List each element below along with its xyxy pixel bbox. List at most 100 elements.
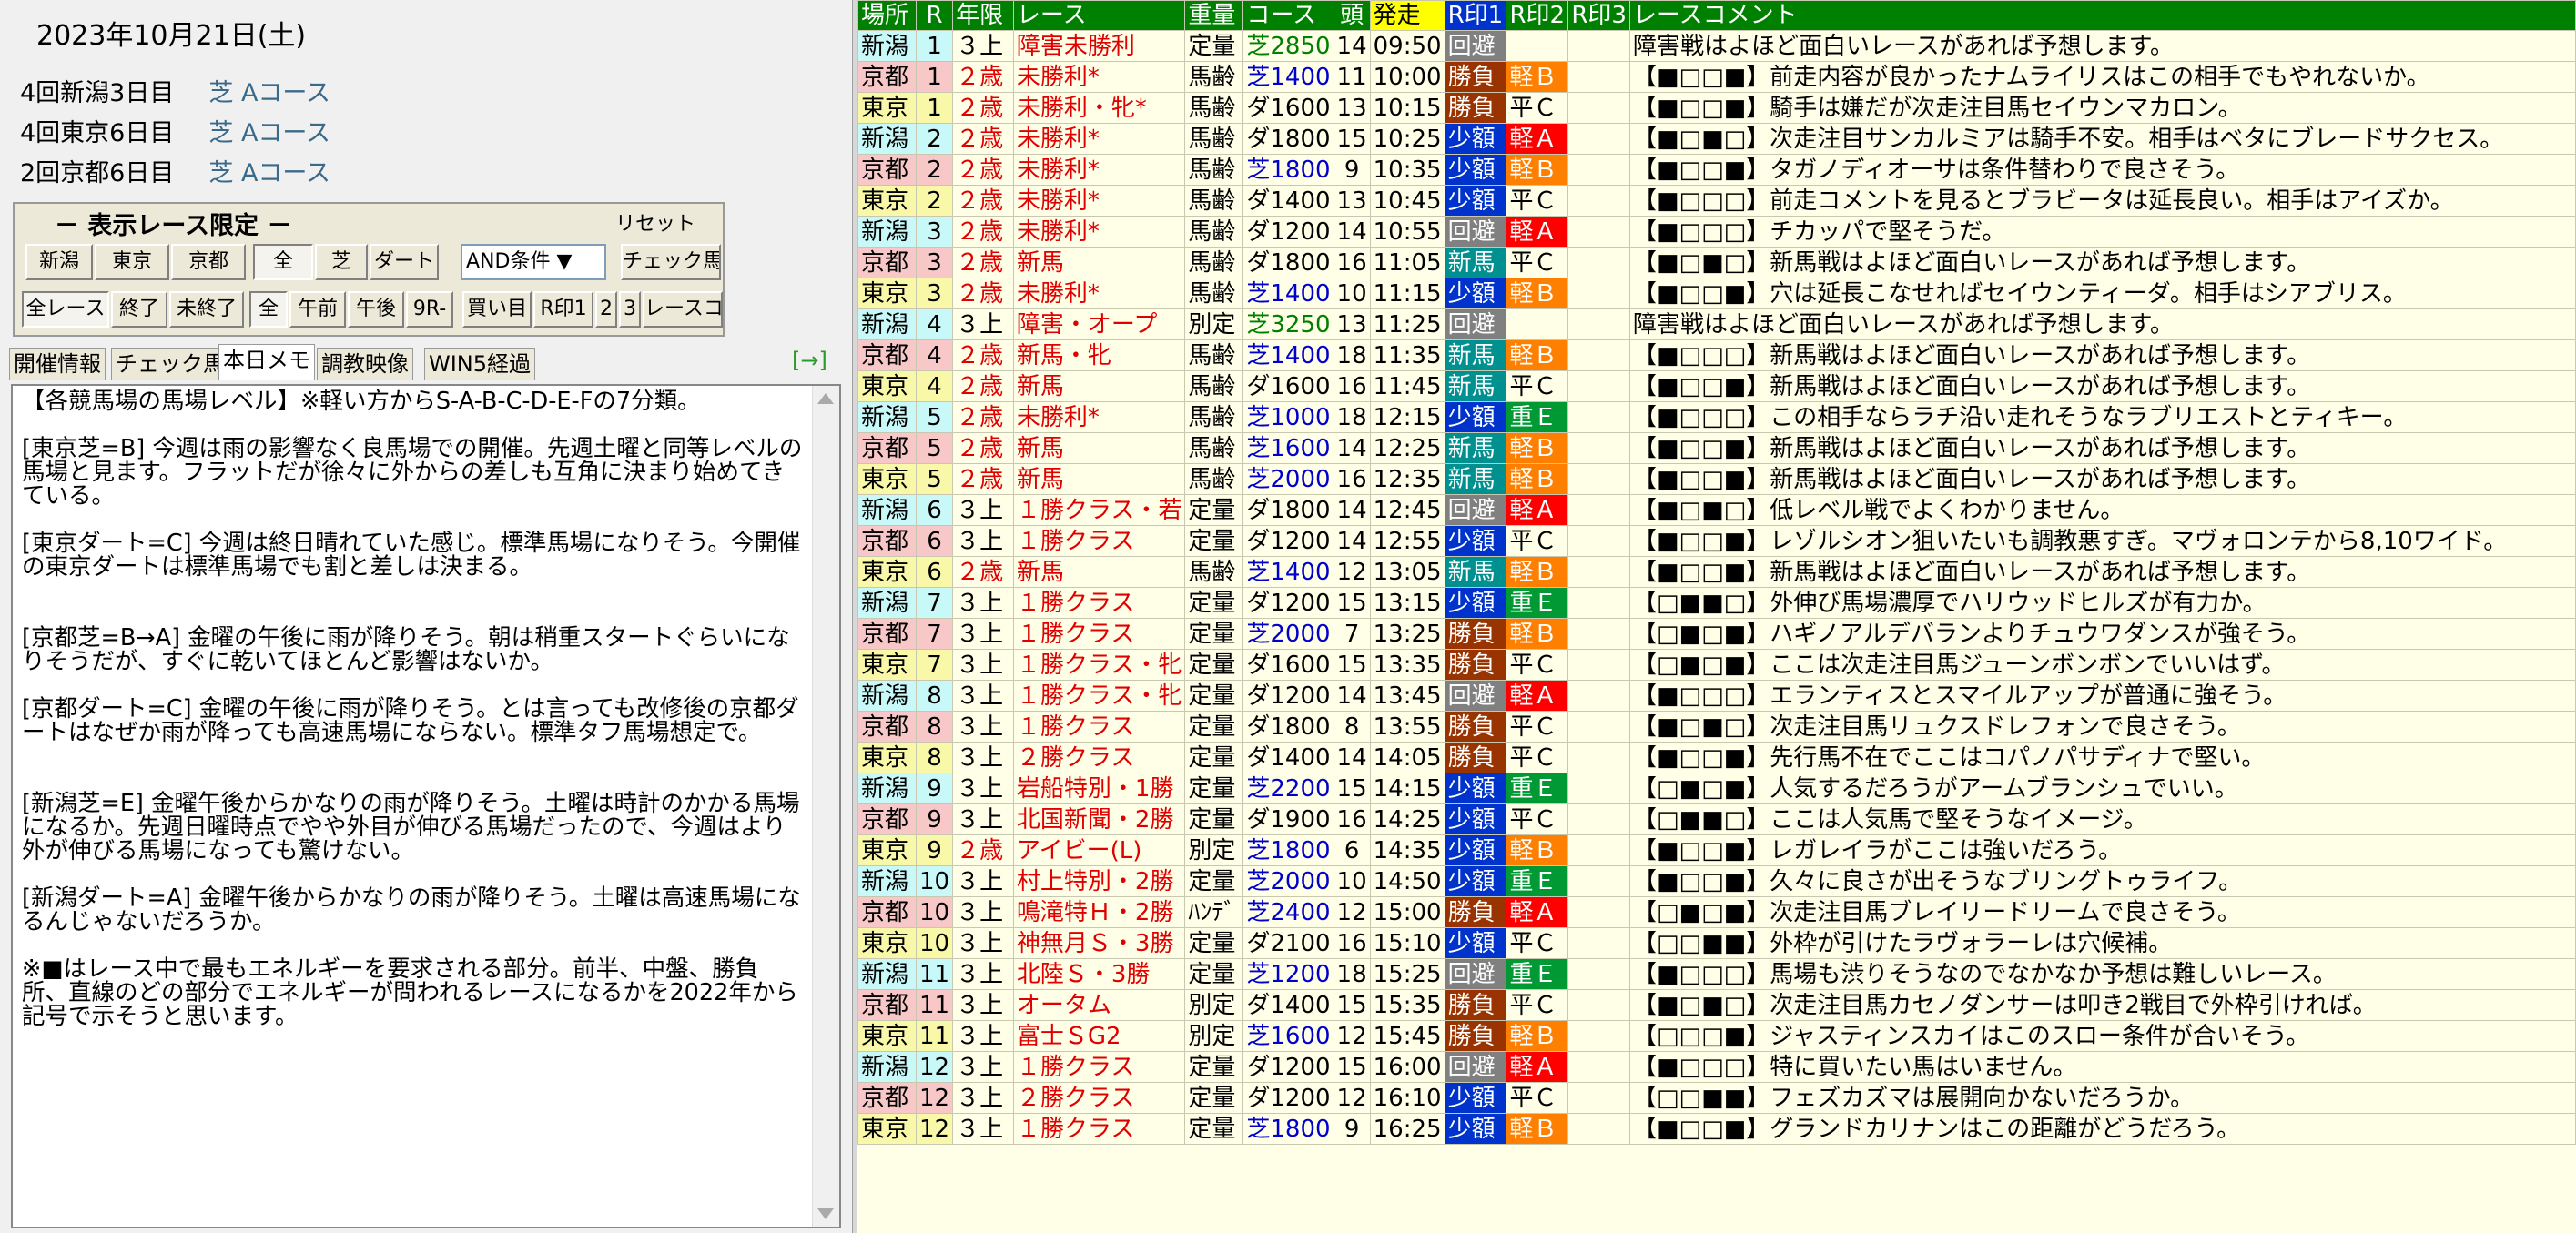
cell-mark3[interactable]: [1567, 989, 1630, 1021]
table-row[interactable]: 東京 3 ２歳 未勝利* 馬齢 芝1400 10 11:15 少額 軽Ｂ 【■□□■】穴は延長こなせ…: [857, 278, 2576, 309]
cell-r[interactable]: 4: [915, 339, 954, 371]
cell-mark3[interactable]: [1567, 370, 1630, 402]
cell-age[interactable]: ３上: [952, 680, 1014, 712]
cell-mark3[interactable]: [1567, 1082, 1630, 1114]
cell-course[interactable]: ダ1800: [1242, 123, 1334, 155]
tab-training-video[interactable]: 調教映像: [317, 348, 413, 380]
cell-mark1[interactable]: 新馬: [1444, 247, 1507, 278]
cell-start[interactable]: 12:35: [1369, 463, 1445, 495]
cell-start[interactable]: 13:05: [1369, 556, 1445, 588]
cell-r[interactable]: 2: [915, 123, 954, 155]
cell-mark1[interactable]: 新馬: [1444, 556, 1507, 588]
table-row[interactable]: 京都 7 ３上 １勝クラス 定量 芝2000 7 13:25 勝負 軽Ｂ 【□■□■】ハギノアルデバ…: [857, 618, 2576, 650]
cell-mark3[interactable]: [1567, 556, 1630, 588]
cell-race[interactable]: 新馬・牝: [1012, 339, 1186, 371]
cell-start[interactable]: 11:45: [1369, 370, 1445, 402]
cell-r[interactable]: 1: [915, 92, 954, 124]
cell-age[interactable]: ３上: [952, 711, 1014, 743]
cell-age[interactable]: ２歳: [952, 432, 1014, 464]
cell-course[interactable]: ダ1200: [1242, 587, 1334, 619]
cell-mark1[interactable]: 少額: [1444, 123, 1507, 155]
cell-course[interactable]: 芝2400: [1242, 896, 1334, 928]
table-row[interactable]: 東京 2 ２歳 未勝利* 馬齢 ダ1400 13 10:45 少額 平Ｃ 【■□□□】前走コメントを…: [857, 185, 2576, 217]
cell-race[interactable]: 新馬: [1012, 432, 1186, 464]
cell-race[interactable]: １勝クラス: [1012, 711, 1186, 743]
table-row[interactable]: 新潟 10 ３上 村上特別・2勝 定量 芝2000 10 14:50 少額 重Ｅ 【■□□■】久々に…: [857, 865, 2576, 897]
cell-runners[interactable]: 14: [1333, 432, 1371, 464]
cell-comment[interactable]: 【■□□■】新馬戦はよほど面白いレースがあれば予想します。: [1628, 463, 2576, 495]
filter-unfinished-button[interactable]: 未終了: [169, 291, 244, 328]
cell-mark2[interactable]: 軽Ａ: [1506, 123, 1569, 155]
cell-weight[interactable]: 馬齢: [1184, 370, 1244, 402]
cell-runners[interactable]: 13: [1333, 308, 1371, 340]
cell-start[interactable]: 12:55: [1369, 525, 1445, 557]
cell-start[interactable]: 13:55: [1369, 711, 1445, 743]
cell-runners[interactable]: 18: [1333, 958, 1371, 990]
cell-age[interactable]: ２歳: [952, 834, 1014, 866]
cell-course[interactable]: 芝2200: [1242, 773, 1334, 804]
cell-r[interactable]: 11: [915, 1020, 954, 1052]
cell-course[interactable]: 芝2850: [1242, 30, 1334, 62]
cell-race[interactable]: １勝クラス: [1012, 618, 1186, 650]
cell-mark1[interactable]: 少額: [1444, 587, 1507, 619]
cell-mark2[interactable]: 軽Ｂ: [1506, 834, 1569, 866]
table-row[interactable]: 新潟 11 ３上 北陸Ｓ・3勝 定量 芝1200 18 15:25 回避 重Ｅ 【■□□□】馬場も渋…: [857, 958, 2576, 990]
cell-course[interactable]: 芝2000: [1242, 618, 1334, 650]
cell-r[interactable]: 4: [915, 308, 954, 340]
filter-mark1-button[interactable]: R印1: [533, 291, 593, 328]
table-row[interactable]: 京都 5 ２歳 新馬 馬齢 芝1600 14 12:25 新馬 軽Ｂ 【■□□■】新馬戦はよほど面白…: [857, 432, 2576, 464]
cell-r[interactable]: 5: [915, 463, 954, 495]
cell-age[interactable]: ３上: [952, 742, 1014, 773]
reset-button[interactable]: リセット: [615, 207, 695, 237]
cell-course[interactable]: 芝1400: [1242, 556, 1334, 588]
cell-mark2[interactable]: 平Ｃ: [1506, 1082, 1569, 1114]
cell-mark3[interactable]: [1567, 618, 1630, 650]
cell-mark1[interactable]: 少額: [1444, 773, 1507, 804]
cell-mark1[interactable]: 勝負: [1444, 618, 1507, 650]
cell-mark3[interactable]: [1567, 61, 1630, 93]
cell-runners[interactable]: 13: [1333, 92, 1371, 124]
cell-runners[interactable]: 9: [1333, 154, 1371, 186]
cell-weight[interactable]: 定量: [1184, 773, 1244, 804]
table-row[interactable]: 東京 11 ３上 富士ＳG2 別定 芝1600 12 15:45 勝負 軽Ｂ 【□□□■】ジャスティ…: [857, 1020, 2576, 1052]
cell-r[interactable]: 1: [915, 30, 954, 62]
cell-start[interactable]: 13:35: [1369, 649, 1445, 681]
cell-course[interactable]: 芝1400: [1242, 339, 1334, 371]
cell-age[interactable]: ３上: [952, 803, 1014, 835]
cell-course[interactable]: ダ1200: [1242, 1082, 1334, 1114]
cell-course[interactable]: ダ1200: [1242, 216, 1334, 248]
cell-mark1[interactable]: 新馬: [1444, 432, 1507, 464]
cell-comment[interactable]: 【■□□■】騎手は嫌だが次走注目馬セイウンマカロン。: [1628, 92, 2576, 124]
cell-weight[interactable]: 定量: [1184, 1113, 1244, 1145]
cell-weight[interactable]: 馬齢: [1184, 463, 1244, 495]
cell-start[interactable]: 14:15: [1369, 773, 1445, 804]
cell-weight[interactable]: 別定: [1184, 1020, 1244, 1052]
cell-mark1[interactable]: 回避: [1444, 308, 1507, 340]
cell-weight[interactable]: 馬齢: [1184, 92, 1244, 124]
cell-race[interactable]: ２勝クラス: [1012, 1082, 1186, 1114]
cell-age[interactable]: ３上: [952, 865, 1014, 897]
cell-age[interactable]: ３上: [952, 958, 1014, 990]
cell-race[interactable]: 神無月Ｓ・3勝: [1012, 927, 1186, 959]
cell-r[interactable]: 3: [915, 216, 954, 248]
cell-age[interactable]: ３上: [952, 30, 1014, 62]
cell-runners[interactable]: 16: [1333, 247, 1371, 278]
col-mark2[interactable]: R印2: [1506, 0, 1569, 31]
table-row[interactable]: 東京 1 ２歳 未勝利・牝* 馬齢 ダ1600 13 10:15 勝負 平Ｃ 【■□□■】騎手は嫌だ…: [857, 92, 2576, 124]
cell-comment[interactable]: 【■□□■】穴は延長こなせればセイウンティーダ。相手はシアブリス。: [1628, 278, 2576, 309]
cell-r[interactable]: 10: [915, 865, 954, 897]
cell-start[interactable]: 09:50: [1369, 30, 1445, 62]
filter-race-comment-button[interactable]: レースコメ: [643, 291, 723, 328]
cell-course[interactable]: 芝1400: [1242, 61, 1334, 93]
cell-mark3[interactable]: [1567, 525, 1630, 557]
cell-weight[interactable]: 馬齢: [1184, 278, 1244, 309]
cell-mark3[interactable]: [1567, 773, 1630, 804]
cell-race[interactable]: 障害未勝利: [1012, 30, 1186, 62]
cell-weight[interactable]: 定量: [1184, 649, 1244, 681]
cell-comment[interactable]: 【■□□■】新馬戦はよほど面白いレースがあれば予想します。: [1628, 556, 2576, 588]
cell-mark1[interactable]: 少額: [1444, 185, 1507, 217]
cell-mark2[interactable]: 重Ｅ: [1506, 587, 1569, 619]
filter-dirt-button[interactable]: ダート: [370, 244, 439, 280]
cell-race[interactable]: 未勝利*: [1012, 278, 1186, 309]
cell-age[interactable]: ３上: [952, 927, 1014, 959]
